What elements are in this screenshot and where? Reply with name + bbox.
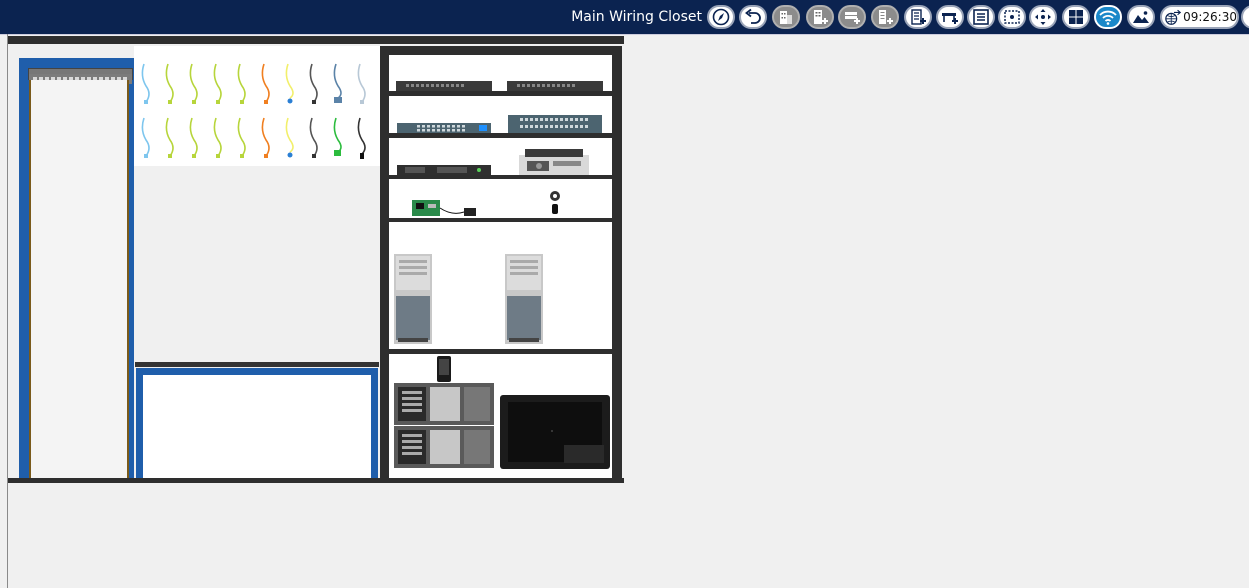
cable-pegboard[interactable] (134, 46, 380, 166)
building-button[interactable] (772, 5, 800, 29)
shelf-bay-6[interactable] (389, 354, 612, 478)
server-chassis-2[interactable] (394, 426, 494, 468)
new-rack-button[interactable] (904, 5, 932, 29)
wireless-button[interactable] (1094, 5, 1122, 29)
network-globe-icon (1165, 9, 1182, 25)
shelf-unit[interactable] (380, 46, 622, 478)
table-top-edge (135, 362, 379, 367)
select-area-button[interactable] (998, 5, 1026, 29)
new-building-button[interactable] (838, 5, 866, 29)
sensor-device[interactable] (548, 190, 562, 216)
shelf-bay-5[interactable] (389, 222, 612, 349)
new-table-button[interactable] (936, 5, 964, 29)
server-chassis-1[interactable] (394, 383, 494, 425)
grid-view-icon (1069, 10, 1083, 24)
switch-device-4[interactable] (508, 115, 602, 133)
workbench-table[interactable] (136, 368, 378, 478)
closet-top-shelf (8, 36, 624, 44)
navigation-compass-icon (712, 8, 730, 26)
switch-device-1[interactable] (396, 81, 492, 91)
new-closet-icon (879, 10, 893, 24)
move-button[interactable] (1029, 5, 1057, 29)
back-arrow-icon (745, 8, 761, 24)
new-city-button[interactable] (806, 5, 834, 29)
physical-workspace[interactable] (8, 34, 624, 484)
new-building-icon (845, 12, 860, 24)
patch-panel[interactable] (28, 68, 133, 84)
switch-device-3[interactable] (397, 123, 491, 133)
iot-board-device[interactable] (412, 198, 482, 218)
rack[interactable] (19, 58, 134, 478)
background-image-icon (1133, 11, 1149, 23)
new-rack-icon (911, 9, 926, 25)
back-button[interactable] (739, 5, 767, 29)
shelf-bay-1[interactable] (389, 55, 612, 91)
building-icon (780, 11, 792, 24)
simulation-clock[interactable]: 09:26:30 (1160, 5, 1239, 29)
tv-display-device[interactable] (500, 395, 610, 469)
table-surface[interactable] (143, 375, 371, 478)
router-device-1[interactable] (397, 165, 491, 175)
move-arrows-icon (1035, 9, 1051, 25)
clock-time: 09:26:30 (1183, 10, 1237, 24)
pc-tower-2[interactable] (505, 254, 543, 344)
new-table-icon (942, 13, 958, 24)
new-closet-button[interactable] (871, 5, 899, 29)
new-city-icon (814, 10, 828, 24)
closet-floor (8, 478, 624, 483)
shelf-bay-2[interactable] (389, 96, 612, 133)
wireless-icon (1099, 10, 1117, 25)
overflow-button[interactable] (1241, 5, 1249, 29)
phone-device[interactable] (437, 356, 451, 382)
pc-tower-1[interactable] (394, 254, 432, 344)
top-toolbar: Main Wiring Closet 09:26:30 (0, 0, 1249, 35)
shelf-bay-3[interactable] (389, 138, 612, 175)
location-title: Main Wiring Closet (571, 9, 702, 25)
select-area-icon (1004, 10, 1020, 24)
cable-set (141, 63, 366, 159)
rack-mounting-space[interactable] (29, 80, 129, 478)
navigation-button[interactable] (707, 5, 735, 29)
document-list-button[interactable] (967, 5, 995, 29)
grid-view-button[interactable] (1062, 5, 1090, 29)
router-device-2[interactable] (519, 149, 589, 175)
switch-device-2[interactable] (507, 81, 603, 91)
background-image-button[interactable] (1127, 5, 1155, 29)
shelf-bay-4[interactable] (389, 179, 612, 218)
document-list-icon (973, 9, 989, 25)
